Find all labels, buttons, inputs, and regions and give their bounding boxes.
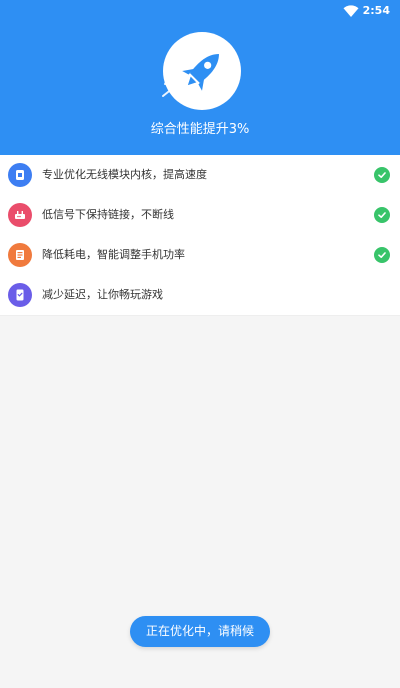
check-icon xyxy=(374,247,390,263)
status-bar: 2:54 xyxy=(343,4,390,17)
battery-doc-icon xyxy=(8,243,32,267)
list-item-kernel: 专业优化无线模块内核，提高速度 xyxy=(0,155,400,195)
list-item-power: 降低耗电，智能调整手机功率 xyxy=(0,235,400,275)
router-icon xyxy=(8,203,32,227)
wifi-icon xyxy=(343,4,359,17)
game-phone-icon xyxy=(8,283,32,307)
rocket-icon xyxy=(161,30,243,112)
chip-icon xyxy=(8,163,32,187)
check-icon xyxy=(374,167,390,183)
header-banner: 2:54 综合性能提升3% xyxy=(0,0,400,155)
list-item-signal: 低信号下保持链接，不断线 xyxy=(0,195,400,235)
status-time: 2:54 xyxy=(362,4,390,17)
optimization-list: 专业优化无线模块内核，提高速度 低信号下保持链接，不断线 降低耗电，智能调整手机… xyxy=(0,155,400,316)
item-label: 低信号下保持链接，不断线 xyxy=(42,208,174,221)
item-label: 专业优化无线模块内核，提高速度 xyxy=(42,168,207,181)
performance-title: 综合性能提升3% xyxy=(150,122,250,137)
item-label: 减少延迟，让你畅玩游戏 xyxy=(42,288,163,301)
list-item-latency: 减少延迟，让你畅玩游戏 xyxy=(0,275,400,315)
optimizing-button[interactable]: 正在优化中，请稍候 xyxy=(130,616,270,647)
check-icon xyxy=(374,207,390,223)
app-screen: 2:54 综合性能提升3% 专业优化无线模块内核，提高速度 低信号下保持链接，不… xyxy=(0,0,400,688)
item-label: 降低耗电，智能调整手机功率 xyxy=(42,248,185,261)
